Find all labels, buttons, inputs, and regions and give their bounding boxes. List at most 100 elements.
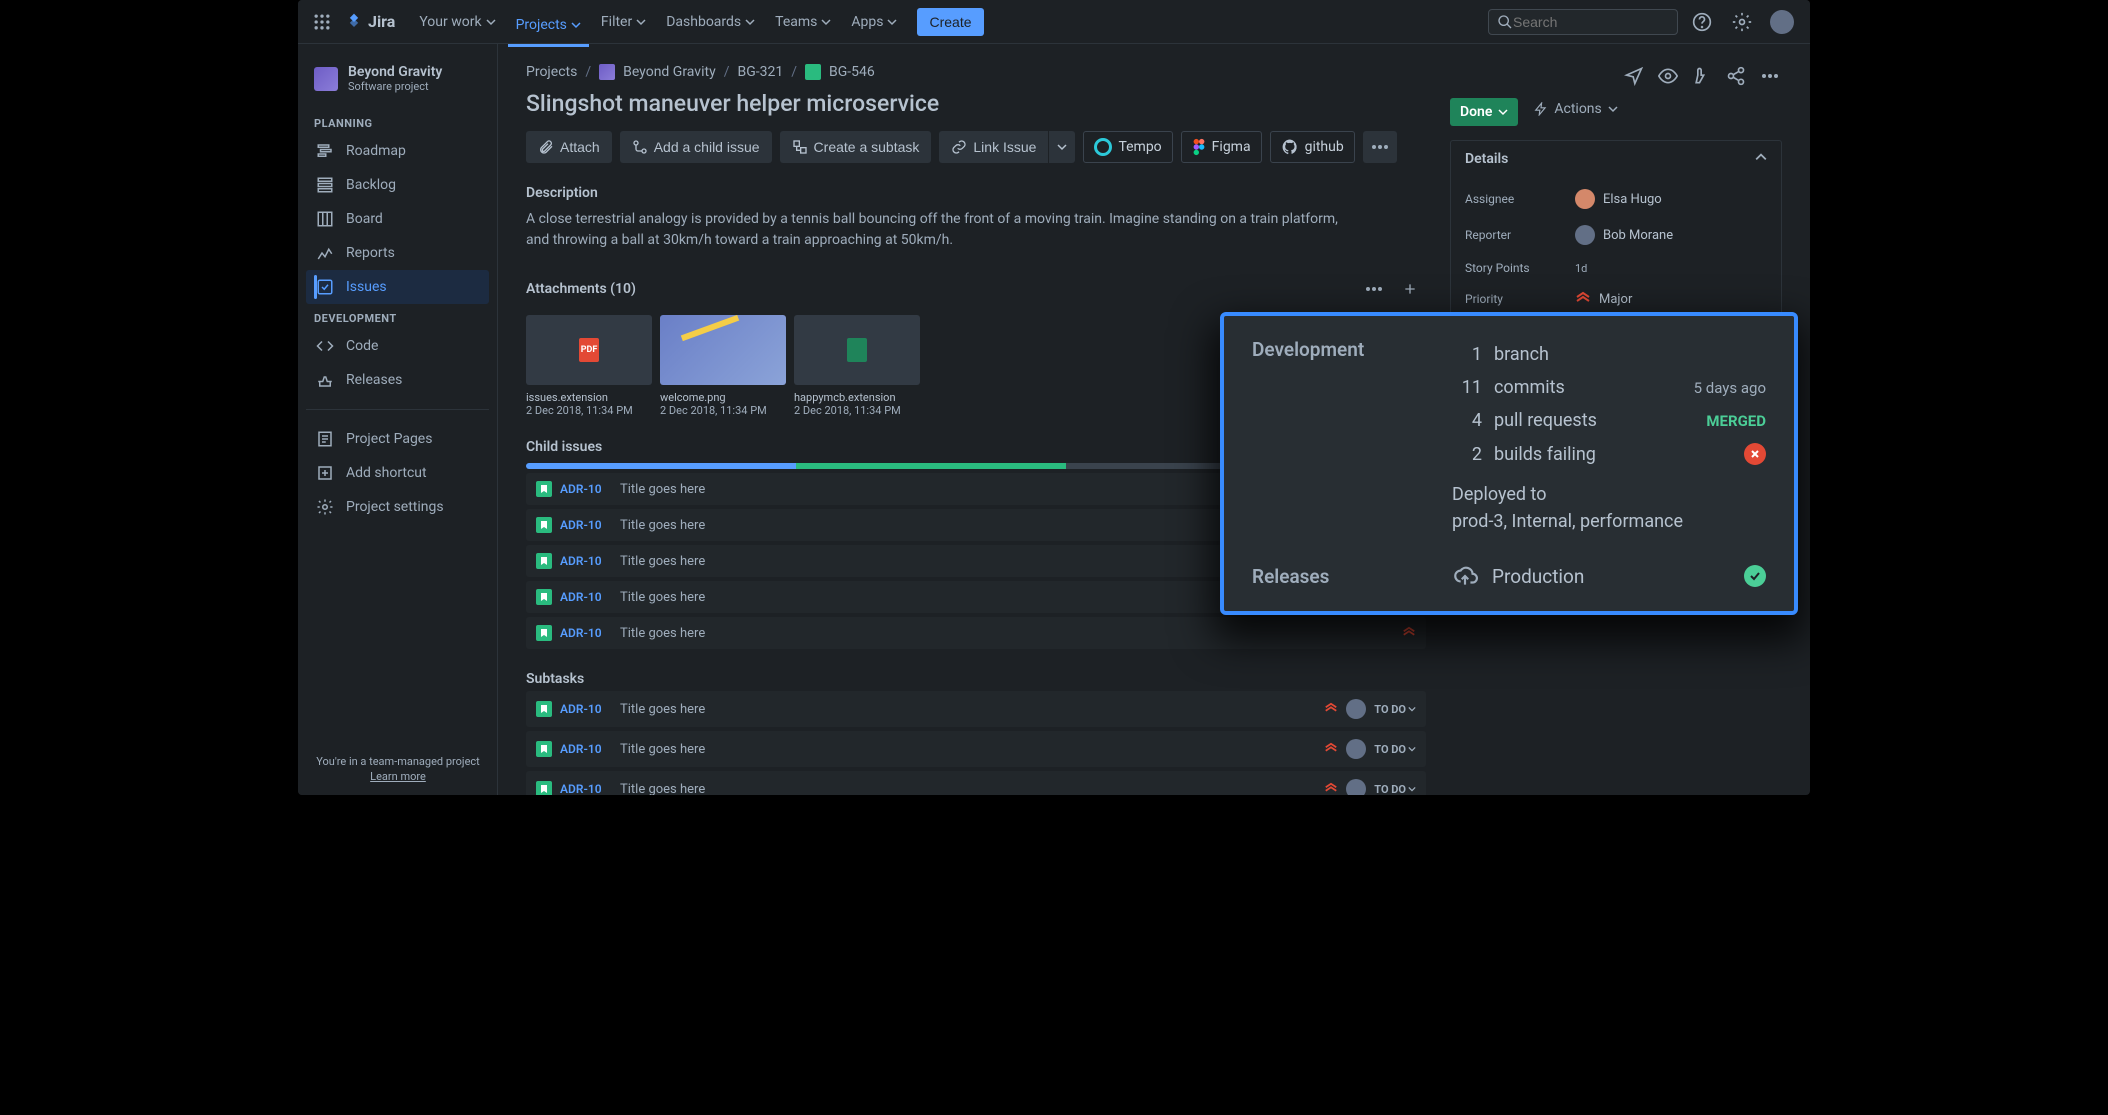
watch-icon[interactable] — [1656, 64, 1680, 88]
status-dropdown[interactable]: TO DO — [1374, 783, 1416, 796]
profile-avatar[interactable] — [1766, 6, 1798, 38]
issue-summary: Title goes here — [620, 782, 705, 796]
status-dropdown[interactable]: TO DO — [1374, 743, 1416, 756]
attach-button[interactable]: Attach — [526, 131, 612, 163]
details-header[interactable]: Details — [1451, 141, 1781, 177]
crumb-issue-icon — [805, 64, 821, 80]
issue-key[interactable]: ADR-10 — [560, 518, 610, 532]
detail-reporter[interactable]: Reporter Bob Morane — [1465, 217, 1767, 253]
nav-projects[interactable]: Projects — [508, 11, 589, 47]
actions-dropdown[interactable]: Actions — [1534, 101, 1617, 117]
release-production-row[interactable]: Production — [1452, 563, 1766, 589]
description-text[interactable]: A close terrestrial analogy is provided … — [526, 209, 1346, 251]
dev-deployed-row[interactable]: Deployed to prod-3, Internal, performanc… — [1452, 471, 1766, 541]
attachment-item[interactable]: welcome.png 2 Dec 2018, 11:34 PM — [660, 315, 786, 417]
attachments-add-icon[interactable] — [1394, 273, 1426, 305]
issue-key[interactable]: ADR-10 — [560, 702, 610, 716]
integration-tempo[interactable]: Tempo — [1083, 131, 1172, 163]
more-header-icon[interactable] — [1758, 64, 1782, 88]
search-input[interactable] — [1513, 14, 1669, 30]
attachment-item[interactable]: happymcb.extension 2 Dec 2018, 11:34 PM — [794, 315, 920, 417]
lightning-icon — [1534, 102, 1548, 116]
issue-key[interactable]: ADR-10 — [560, 590, 610, 604]
vote-icon[interactable] — [1690, 64, 1714, 88]
link-icon — [951, 139, 967, 155]
attachments-more-icon[interactable] — [1358, 273, 1390, 305]
detail-priority[interactable]: Priority Major — [1465, 283, 1767, 315]
issue-key[interactable]: ADR-10 — [560, 554, 610, 568]
issue-key[interactable]: ADR-10 — [560, 742, 610, 756]
sidebar-item-code[interactable]: Code — [306, 329, 489, 363]
crumb-parent-key[interactable]: BG-321 — [737, 64, 783, 80]
feedback-icon[interactable] — [1622, 64, 1646, 88]
learn-more-link[interactable]: Learn more — [298, 770, 498, 783]
subtask-row[interactable]: ADR-10 Title goes here TO DO — [526, 731, 1426, 767]
settings-icon[interactable] — [1726, 6, 1758, 38]
jira-logo[interactable]: Jira — [344, 12, 395, 32]
detail-story-points[interactable]: Story Points 1d — [1465, 253, 1767, 283]
search-icon — [1497, 14, 1513, 30]
assignee-avatar[interactable] — [1346, 779, 1366, 795]
integration-figma[interactable]: Figma — [1181, 131, 1262, 163]
assignee-avatar[interactable] — [1346, 699, 1366, 719]
create-button[interactable]: Create — [917, 8, 983, 36]
status-dropdown[interactable]: Done — [1450, 98, 1518, 126]
attachment-item[interactable]: PDF issues.extension 2 Dec 2018, 11:34 P… — [526, 315, 652, 417]
issue-key[interactable]: ADR-10 — [560, 482, 610, 496]
story-icon — [536, 781, 552, 795]
help-icon[interactable] — [1686, 6, 1718, 38]
nav-your-work[interactable]: Your work — [411, 8, 503, 36]
add-child-button[interactable]: Add a child issue — [620, 131, 772, 163]
subtask-row[interactable]: ADR-10 Title goes here TO DO — [526, 771, 1426, 795]
integration-github[interactable]: github — [1270, 131, 1355, 163]
figma-icon — [1192, 138, 1206, 156]
sidebar-item-project-pages[interactable]: Project Pages — [306, 422, 489, 456]
link-issue-dropdown[interactable] — [1049, 131, 1075, 163]
sidebar-item-backlog[interactable]: Backlog — [306, 168, 489, 202]
sidebar-item-board[interactable]: Board — [306, 202, 489, 236]
sidebar-item-project-settings[interactable]: Project settings — [306, 490, 489, 524]
nav-teams[interactable]: Teams — [767, 8, 839, 36]
assignee-avatar[interactable] — [1346, 739, 1366, 759]
dev-commits-row[interactable]: 11 commits 5 days ago — [1452, 371, 1766, 404]
subtask-row[interactable]: ADR-10 Title goes here TO DO — [526, 691, 1426, 727]
sidebar-section-planning: PLANNING — [306, 109, 489, 134]
nav-dashboards[interactable]: Dashboards — [658, 8, 763, 36]
share-icon[interactable] — [1724, 64, 1748, 88]
status-dropdown[interactable]: TO DO — [1374, 703, 1416, 716]
sidebar-section-development: DEVELOPMENT — [306, 304, 489, 329]
sidebar-item-issues[interactable]: Issues — [306, 270, 489, 304]
sidebar-item-reports[interactable]: Reports — [306, 236, 489, 270]
crumb-issue-key[interactable]: BG-546 — [829, 64, 875, 80]
priority-icon — [1324, 782, 1338, 795]
issue-summary: Title goes here — [620, 554, 705, 569]
nav-apps[interactable]: Apps — [843, 8, 905, 36]
dev-builds-row[interactable]: 2 builds failing — [1452, 437, 1766, 471]
crumb-projects[interactable]: Projects — [526, 64, 577, 80]
issue-key[interactable]: ADR-10 — [560, 626, 610, 640]
reporter-avatar — [1575, 225, 1595, 245]
story-icon — [536, 625, 552, 641]
sidebar-item-add-shortcut[interactable]: Add shortcut — [306, 456, 489, 490]
create-subtask-button[interactable]: Create a subtask — [780, 131, 932, 163]
dev-section-label: Development — [1252, 338, 1452, 361]
sidebar-item-roadmap[interactable]: Roadmap — [306, 134, 489, 168]
search-box[interactable] — [1488, 9, 1678, 35]
child-issue-row[interactable]: ADR-10 Title goes here — [526, 617, 1426, 649]
dev-prs-row[interactable]: 4 pull requests MERGED — [1452, 404, 1766, 437]
detail-assignee[interactable]: Assignee Elsa Hugo — [1465, 181, 1767, 217]
nav-filter[interactable]: Filter — [593, 8, 654, 36]
link-issue-button[interactable]: Link Issue — [939, 131, 1048, 163]
issue-title[interactable]: Slingshot maneuver helper microservice — [526, 90, 1426, 117]
dev-branch-row[interactable]: 1 branch — [1452, 338, 1766, 371]
more-actions-button[interactable] — [1363, 131, 1397, 163]
crumb-project-icon — [599, 64, 615, 80]
project-header[interactable]: Beyond Gravity Software project — [306, 64, 489, 109]
story-icon — [536, 741, 552, 757]
sidebar-item-releases[interactable]: Releases — [306, 363, 489, 397]
sidebar-footer: You're in a team-managed project Learn m… — [298, 755, 498, 783]
app-switcher-icon[interactable] — [310, 10, 334, 34]
issue-key[interactable]: ADR-10 — [560, 782, 610, 795]
merged-badge: MERGED — [1706, 412, 1766, 430]
crumb-project[interactable]: Beyond Gravity — [623, 64, 716, 80]
